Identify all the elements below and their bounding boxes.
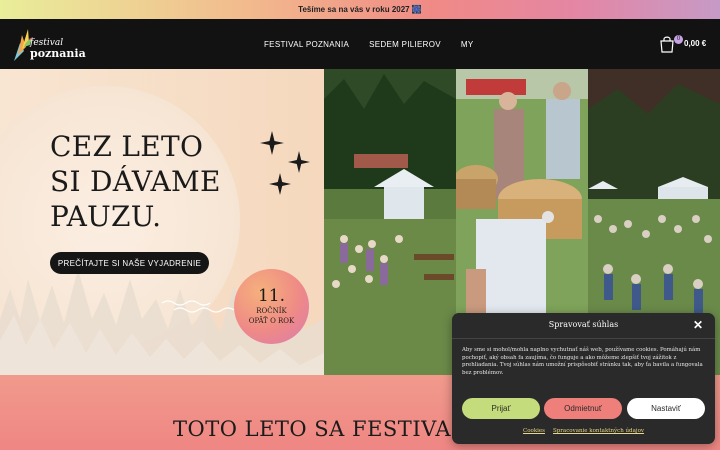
cookie-dialog-divider	[452, 338, 715, 339]
preferences-button[interactable]: Nastaviť	[627, 398, 705, 419]
wave-icon	[161, 300, 235, 313]
nav-item-my[interactable]: MY	[451, 40, 484, 49]
announcement-bar: Tešíme sa na vás v roku 2027 🎆	[0, 0, 720, 19]
logo-line2: poznania	[30, 47, 86, 60]
close-icon[interactable]: ✕	[693, 318, 703, 332]
edition-number: 11.	[257, 286, 286, 306]
headline-line-3: PAUZU.	[50, 200, 162, 233]
cookie-dialog-title: Spravovať súhlas	[548, 320, 619, 329]
cart-total[interactable]: 0,00 €	[684, 39, 706, 48]
headline-line-1: CEZ LETO	[50, 130, 204, 163]
site-header: festival poznania FESTIVAL POZNANIA SEDE…	[0, 19, 720, 69]
announcement-text: Tešíme sa na vás v roku 2027 🎆	[298, 5, 422, 14]
cookie-links: Cookies Spracovanie kontaktných údajov	[452, 428, 715, 434]
contact-data-link[interactable]: Spracovanie kontaktných údajov	[553, 428, 644, 434]
site-logo[interactable]: festival poznania	[10, 25, 86, 65]
cookie-dialog-body: Aby sme si mohol/mohla naplno vychutnať …	[462, 347, 703, 376]
read-statement-button[interactable]: PREČÍTAJTE SI NAŠE VYJADRENIE	[50, 252, 209, 274]
headline-line-2: SI DÁVAME	[50, 165, 221, 198]
cookie-consent-dialog: Spravovať súhlas ✕ Aby sme si mohol/mohl…	[452, 313, 715, 444]
festival-photo-crowd	[324, 69, 456, 375]
sparkle-icon	[260, 131, 310, 195]
nav-item-festival-poznania[interactable]: FESTIVAL POZNANIA	[254, 40, 359, 49]
edition-line2: OPÄŤ O ROK	[248, 317, 295, 325]
cookies-link[interactable]: Cookies	[523, 428, 545, 434]
nav-item-sedem-pilierov[interactable]: SEDEM PILIEROV	[359, 40, 451, 49]
main-nav: FESTIVAL POZNANIA SEDEM PILIEROV MY	[254, 19, 484, 69]
edition-badge: 11. ROČNÍK OPÄŤ O ROK	[234, 269, 309, 344]
accept-button[interactable]: Prijať	[462, 398, 540, 419]
deny-button[interactable]: Odmietnuť	[544, 398, 622, 419]
logo-wordmark: festival poznania	[30, 39, 86, 60]
edition-line1: ROČNÍK	[256, 307, 287, 315]
hero-headline: CEZ LETO SI DÁVAME PAUZU.	[50, 129, 250, 234]
hero-section: CEZ LETO SI DÁVAME PAUZU. PREČÍTAJTE SI …	[0, 69, 324, 375]
cart-count-badge: 0	[674, 35, 683, 44]
